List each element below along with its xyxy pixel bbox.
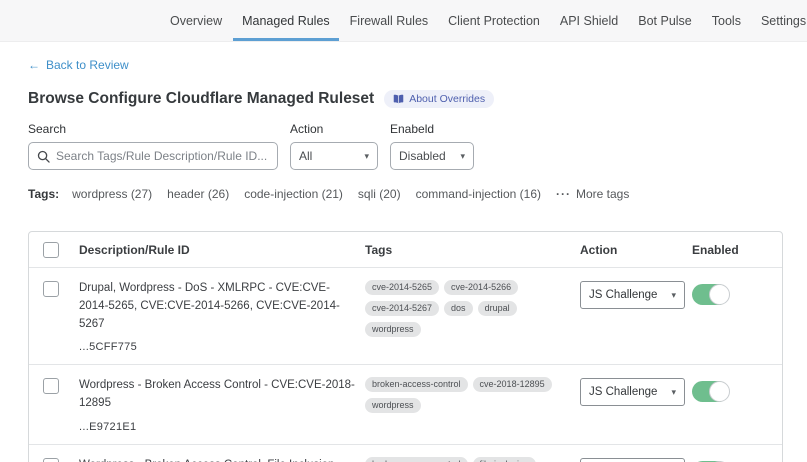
row-checkbox-cell [29,457,79,462]
back-to-review-link[interactable]: ← Back to Review [28,58,129,72]
tag-filter-sqli[interactable]: sqli (20) [358,187,401,201]
search-label: Search [28,122,278,136]
tag-filter-header[interactable]: header (26) [167,187,229,201]
rule-id: ...5CFF775 [79,341,355,353]
action-filter: Action All ▾ [290,122,378,170]
tab-overview[interactable]: Overview [160,0,232,41]
tag-pill[interactable]: broken-access-control [365,457,468,462]
tab-client-protection[interactable]: Client Protection [438,0,550,41]
action-select[interactable]: JS Challenge ▾ [580,458,685,462]
chevron-down-icon: ▾ [671,387,676,398]
table-row: Drupal, Wordpress - DoS - XMLRPC - CVE:C… [29,268,782,365]
header-action: Action [580,243,692,257]
tags-bar-label: Tags: [28,187,59,201]
row-checkbox[interactable] [43,281,59,297]
tag-pill[interactable]: drupal [478,301,517,316]
header-checkbox-cell [29,242,79,258]
rule-enabled-cell [692,280,782,305]
table-row: Wordpress - Broken Access Control - CVE:… [29,365,782,445]
tag-pill[interactable]: cve-2014-5266 [444,280,518,295]
about-overrides-badge[interactable]: About Overrides [384,90,494,108]
rule-id: ...E9721E1 [79,421,355,433]
book-icon [393,94,404,104]
tag-pill[interactable]: dos [444,301,473,316]
rule-action-cell: JS Challenge ▾ [580,457,692,462]
enabled-toggle[interactable] [692,284,729,305]
toggle-knob [709,284,730,305]
search-input[interactable] [56,149,269,163]
rule-description-cell: Drupal, Wordpress - DoS - XMLRPC - CVE:C… [79,280,365,353]
tag-pill[interactable]: broken-access-control [365,377,468,392]
search-box [28,142,278,170]
row-checkbox-cell [29,280,79,297]
chevron-down-icon: ▾ [364,151,369,162]
rule-action-cell: JS Challenge ▾ [580,377,692,406]
enabled-filter-select[interactable]: Disabled ▾ [390,142,474,170]
title-row: Browse Configure Cloudflare Managed Rule… [28,90,807,108]
rule-tags-cell: broken-access-control cve-2018-12895 wor… [365,377,580,413]
rule-description-cell: Wordpress - Broken Access Control - CVE:… [79,377,365,433]
ellipsis-icon: ··· [556,187,571,201]
rule-action-cell: JS Challenge ▾ [580,280,692,309]
action-label: Action [290,122,378,136]
enabled-filter-value: Disabled [399,149,446,163]
table-row: Wordpress - Broken Access Control, File … [29,445,782,462]
rule-description: Wordpress - Broken Access Control - CVE:… [79,377,355,413]
rule-description: Drupal, Wordpress - DoS - XMLRPC - CVE:C… [79,280,355,333]
row-checkbox[interactable] [43,378,59,394]
tab-api-shield[interactable]: API Shield [550,0,628,41]
tags-bar: Tags: wordpress (27) header (26) code-in… [28,187,807,201]
filters-bar: Search Action All ▾ Enabeld Disabled ▾ [28,122,807,170]
search-filter: Search [28,122,278,170]
action-select[interactable]: JS Challenge ▾ [580,378,685,406]
action-select[interactable]: JS Challenge ▾ [580,281,685,309]
header-tags: Tags [365,243,580,257]
tag-pill[interactable]: cve-2014-5267 [365,301,439,316]
row-checkbox-cell [29,377,79,394]
row-checkbox[interactable] [43,458,59,462]
action-select-value: JS Challenge [589,289,657,301]
back-arrow-icon: ← [28,58,40,72]
tag-pill[interactable]: cve-2014-5265 [365,280,439,295]
chevron-down-icon: ▾ [460,151,465,162]
header-description: Description/Rule ID [79,243,365,257]
tab-firewall-rules[interactable]: Firewall Rules [340,0,439,41]
rule-description-cell: Wordpress - Broken Access Control, File … [79,457,365,462]
enabled-toggle[interactable] [692,381,729,402]
about-overrides-label: About Overrides [409,93,485,105]
rule-tags-cell: broken-access-control file-inclusion wor… [365,457,580,462]
tag-filter-code-injection[interactable]: code-injection (21) [244,187,343,201]
tag-filter-wordpress[interactable]: wordpress (27) [72,187,152,201]
more-tags-label: More tags [576,187,629,201]
tab-settings[interactable]: Settings [751,0,807,41]
tab-managed-rules[interactable]: Managed Rules [232,0,340,41]
tab-tools[interactable]: Tools [702,0,751,41]
select-all-checkbox[interactable] [43,242,59,258]
managed-rules-table: Description/Rule ID Tags Action Enabled … [28,231,783,462]
back-link-label: Back to Review [46,58,129,72]
tag-pill[interactable]: wordpress [365,398,421,413]
rule-enabled-cell [692,457,782,462]
top-navigation: Overview Managed Rules Firewall Rules Cl… [0,0,807,42]
search-icon [37,150,50,163]
header-enabled: Enabled [692,243,782,257]
tag-filter-command-injection[interactable]: command-injection (16) [416,187,541,201]
rule-tags-cell: cve-2014-5265 cve-2014-5266 cve-2014-526… [365,280,580,337]
action-filter-value: All [299,149,312,163]
action-filter-select[interactable]: All ▾ [290,142,378,170]
table-header-row: Description/Rule ID Tags Action Enabled [29,232,782,268]
enabled-label: Enabeld [390,122,474,136]
action-select-value: JS Challenge [589,386,657,398]
rule-description: Wordpress - Broken Access Control, File … [79,457,355,462]
tag-pill[interactable]: file-inclusion [473,457,537,462]
enabled-filter: Enabeld Disabled ▾ [390,122,474,170]
page-title: Browse Configure Cloudflare Managed Rule… [28,90,374,108]
tag-pill[interactable]: wordpress [365,322,421,337]
chevron-down-icon: ▾ [671,290,676,301]
tag-pill[interactable]: cve-2018-12895 [473,377,552,392]
toggle-knob [709,381,730,402]
rule-enabled-cell [692,377,782,402]
tab-bot-pulse[interactable]: Bot Pulse [628,0,702,41]
more-tags-button[interactable]: ··· More tags [556,187,629,201]
